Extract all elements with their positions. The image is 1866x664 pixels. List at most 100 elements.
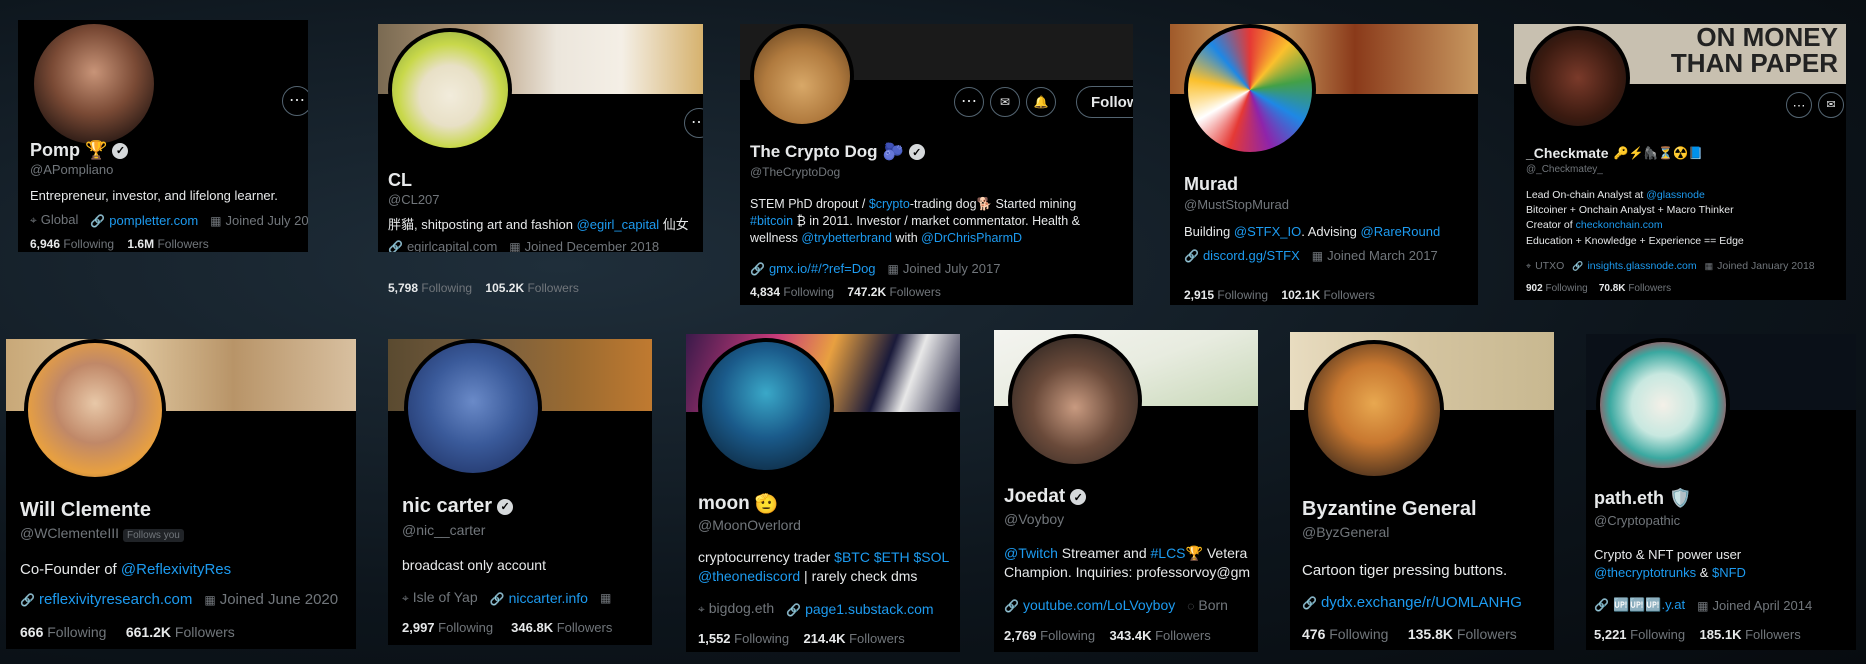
link-icon: 🔗: [1594, 598, 1609, 612]
followers-count[interactable]: 747.2K: [847, 285, 886, 299]
profile-bio: 胖貓, shitposting art and fashion @egirl_c…: [388, 217, 689, 232]
profile-meta: 🔗 egirlcapital.com ▦ Joined December 2018: [388, 239, 660, 252]
followers-count[interactable]: 343.4K: [1110, 628, 1152, 643]
followers-count[interactable]: 661.2K: [126, 624, 171, 640]
location-pin-icon: ⌖: [402, 591, 409, 605]
shield-icon: 🛡️: [1669, 488, 1692, 508]
followers-count[interactable]: 1.6M: [127, 237, 154, 251]
profile-handle: @CL207: [388, 192, 440, 207]
link-icon: 🔗: [489, 591, 505, 606]
calendar-icon: ▦: [1704, 261, 1714, 271]
following-count[interactable]: 6,946: [30, 237, 60, 251]
bio-mention-link[interactable]: @RareRound: [1361, 224, 1441, 239]
profile-bio: STEM PhD dropout / $crypto-trading dog🐕 …: [750, 197, 1081, 245]
bio-mention-link[interactable]: @thecryptotrunks: [1594, 565, 1696, 580]
cashtag-link[interactable]: $crypto: [869, 197, 910, 211]
website-link[interactable]: page1.substack.com: [805, 601, 933, 617]
following-count[interactable]: 5,798: [388, 281, 418, 295]
followers-count[interactable]: 70.8K: [1599, 283, 1626, 294]
followers-count[interactable]: 214.4K: [804, 631, 846, 646]
following-count[interactable]: 666: [20, 624, 43, 640]
following-count[interactable]: 2,915: [1184, 288, 1214, 302]
profile-stats: 2,769 Following 343.4K Followers: [1004, 628, 1211, 643]
calendar-icon: ▦: [204, 593, 216, 607]
profile-meta: ⌖ bigdog.eth 🔗 page1.substack.com: [698, 600, 934, 617]
message-button[interactable]: ✉: [1818, 92, 1844, 118]
website-link[interactable]: gmx.io/#/?ref=Dog: [769, 261, 876, 276]
following-count[interactable]: 1,552: [698, 631, 731, 646]
link-icon: 🔗: [1184, 249, 1199, 263]
following-count[interactable]: 2,769: [1004, 628, 1037, 643]
bio-mention-link[interactable]: @STFX_IO: [1234, 224, 1301, 239]
blueberry-icon: 🫐: [882, 142, 904, 161]
followers-count[interactable]: 346.8K: [511, 620, 553, 635]
avatar[interactable]: [388, 28, 512, 152]
profile-stats: 6,946 Following 1.6M Followers: [30, 237, 209, 251]
more-options-button[interactable]: ⋯: [684, 108, 703, 138]
website-link[interactable]: reflexivityresearch.com: [39, 591, 192, 608]
profile-name: Byzantine General: [1302, 498, 1477, 520]
avatar[interactable]: [1184, 24, 1316, 156]
calendar-icon: ▦: [210, 213, 222, 228]
avatar[interactable]: [30, 20, 158, 148]
avatar[interactable]: [698, 338, 834, 474]
followers-count[interactable]: 185.1K: [1700, 627, 1742, 642]
avatar[interactable]: [1008, 334, 1142, 468]
avatar[interactable]: [1526, 26, 1630, 130]
website-link[interactable]: discord.gg/STFX: [1203, 248, 1300, 263]
more-options-button[interactable]: ⋯: [954, 87, 984, 117]
profile-name: _Checkmate 🔑⚡🦍⏳☢️📘: [1526, 145, 1704, 161]
website-link[interactable]: 🆙🆙🆙.y.at: [1613, 597, 1685, 612]
website-link[interactable]: insights.glassnode.com: [1587, 260, 1696, 272]
profile-name: CL: [388, 170, 412, 190]
bio-mention-link[interactable]: @ReflexivityRes: [121, 561, 231, 578]
location-pin-icon: ⌖: [30, 213, 37, 227]
bio-mention-link[interactable]: @egirl_capital: [577, 217, 660, 232]
cashtag-link[interactable]: $BTC $ETH $SOL: [834, 549, 949, 565]
cashtag-link[interactable]: $NFD: [1712, 565, 1746, 580]
bio-mention-link[interactable]: @trybetterbrand: [801, 231, 892, 245]
profile-bio: Cartoon tiger pressing buttons.: [1302, 562, 1508, 579]
bio-mention-link[interactable]: @DrChrisPharmD: [921, 231, 1022, 245]
link-icon: 🔗: [20, 593, 35, 607]
website-link[interactable]: checkonchain.com: [1576, 219, 1663, 231]
bio-mention-link[interactable]: @theonediscord: [698, 568, 800, 584]
website-link[interactable]: niccarter.info: [509, 590, 588, 606]
website-link[interactable]: dydx.exchange/r/UOMLANHG: [1321, 594, 1522, 611]
trophy-icon: 🏆: [85, 140, 108, 160]
calendar-icon: ▦: [887, 262, 899, 276]
follows-you-badge: Follows you: [123, 529, 184, 542]
message-button[interactable]: ✉: [990, 87, 1020, 117]
followers-count[interactable]: 102.1K: [1281, 288, 1320, 302]
avatar[interactable]: [24, 339, 166, 481]
profile-handle: @ByzGeneral: [1302, 524, 1390, 540]
profile-bio: Entrepreneur, investor, and lifelong lea…: [30, 188, 278, 203]
website-link[interactable]: egirlcapital.com: [407, 239, 497, 252]
profile-name: Pomp 🏆 ✓: [30, 140, 129, 161]
website-link[interactable]: pompletter.com: [109, 213, 198, 228]
profile-name: The Crypto Dog 🫐 ✓: [750, 142, 925, 162]
more-options-button[interactable]: ⋯: [282, 86, 308, 116]
followers-count[interactable]: 135.8K: [1408, 626, 1453, 642]
notification-bell-button[interactable]: 🔔: [1026, 87, 1056, 117]
website-link[interactable]: youtube.com/LoLVoyboy: [1023, 597, 1175, 613]
more-options-button[interactable]: ⋯: [1786, 92, 1812, 118]
profile-stats: 902 Following 70.8K Followers: [1526, 283, 1672, 294]
avatar[interactable]: [1596, 338, 1730, 472]
avatar[interactable]: [750, 24, 854, 128]
hashtag-link[interactable]: #LCS: [1151, 545, 1186, 561]
followers-count[interactable]: 105.2K: [485, 281, 524, 295]
following-count[interactable]: 902: [1526, 283, 1543, 294]
following-count[interactable]: 476: [1302, 626, 1325, 642]
following-count[interactable]: 2,997: [402, 620, 435, 635]
hashtag-link[interactable]: #bitcoin: [750, 214, 793, 228]
following-count[interactable]: 5,221: [1594, 627, 1627, 642]
avatar[interactable]: [1304, 340, 1444, 480]
bio-mention-link[interactable]: @Twitch: [1004, 545, 1058, 561]
follow-button[interactable]: Follow: [1076, 86, 1133, 118]
bio-mention-link[interactable]: @glassnode: [1646, 189, 1705, 201]
profile-handle: @MoonOverlord: [698, 517, 801, 533]
profile-meta: 🔗 discord.gg/STFX ▦ Joined March 2017: [1184, 248, 1438, 263]
following-count[interactable]: 4,834: [750, 285, 780, 299]
avatar[interactable]: [404, 339, 542, 477]
